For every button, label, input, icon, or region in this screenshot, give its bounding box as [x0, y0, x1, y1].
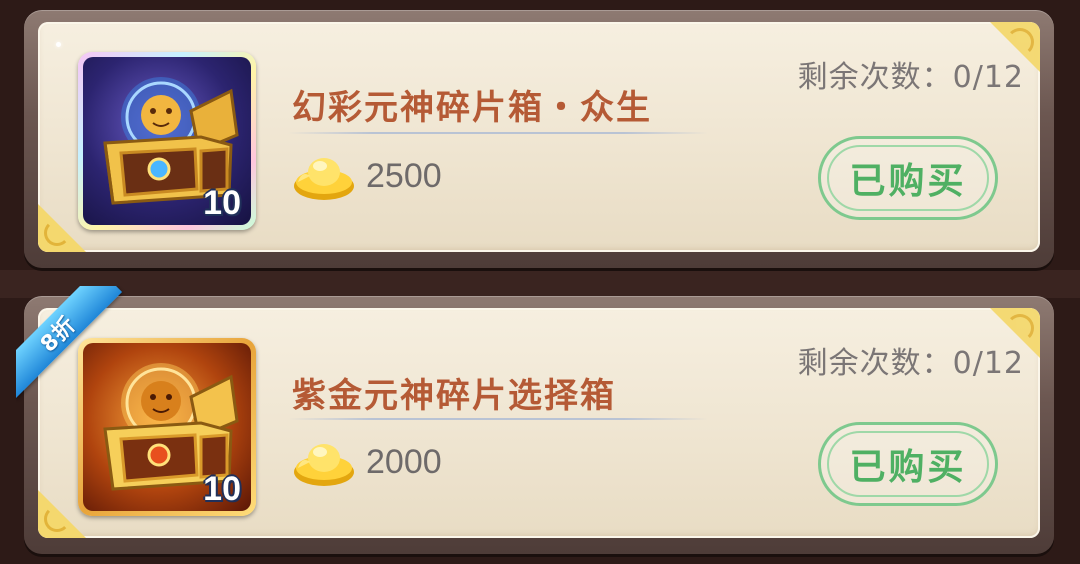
- purchased-button[interactable]: 已购买: [818, 136, 998, 220]
- divider: [288, 418, 708, 420]
- gold-ingot-icon: [294, 158, 354, 200]
- remaining-count: 剩余次数：0/12: [797, 346, 1024, 381]
- sparkle-icon: [56, 42, 61, 47]
- item-quantity: 10: [203, 470, 241, 508]
- rainbow-treasure-chest-icon: 10: [83, 57, 251, 225]
- item-title: 幻彩元神碎片箱・众生: [292, 88, 652, 128]
- price-value: 2500: [366, 156, 442, 195]
- price-value: 2000: [366, 442, 442, 481]
- price-row: 2000: [292, 430, 442, 494]
- divider: [288, 132, 708, 134]
- card-panel: 10 幻彩元神碎片箱・众生 2500 剩余次数：0/12 已购买: [38, 22, 1040, 252]
- purchased-label: 已购买: [849, 161, 967, 202]
- purchased-button[interactable]: 已购买: [818, 422, 998, 506]
- item-quantity: 10: [203, 184, 241, 222]
- price-row: 2500: [292, 144, 442, 208]
- card-panel: 10 紫金元神碎片选择箱 2000 剩余次数：0/12 已购买: [38, 308, 1040, 538]
- purchased-label: 已购买: [849, 447, 967, 488]
- item-icon[interactable]: 10: [78, 52, 256, 230]
- golden-treasure-chest-icon: 10: [83, 343, 251, 511]
- item-icon[interactable]: 10: [78, 338, 256, 516]
- shop-item-card: 10 幻彩元神碎片箱・众生 2500 剩余次数：0/12 已购买: [24, 10, 1054, 268]
- shop-item-card: 10 紫金元神碎片选择箱 2000 剩余次数：0/12 已购买 8折: [16, 286, 1054, 554]
- remaining-count: 剩余次数：0/12: [797, 60, 1024, 95]
- list-gap: [0, 270, 1080, 298]
- gold-ingot-icon: [294, 444, 354, 486]
- item-title: 紫金元神碎片选择箱: [292, 376, 616, 416]
